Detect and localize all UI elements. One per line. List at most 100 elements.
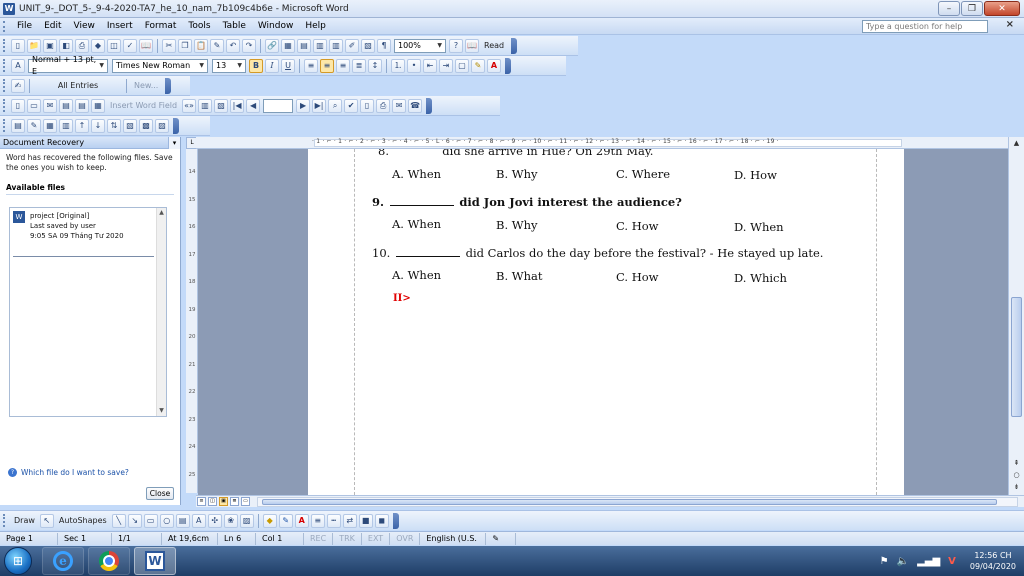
tables-borders-icon[interactable]: ▦ bbox=[281, 38, 295, 53]
next-record-icon[interactable]: ▶ bbox=[296, 98, 311, 113]
menu-window[interactable]: Window bbox=[252, 21, 300, 31]
underline-button[interactable]: U bbox=[281, 58, 295, 73]
document-page[interactable]: 8. ________ did she arrive in Hue? On 29… bbox=[308, 149, 904, 495]
toolbar-options-icon[interactable] bbox=[173, 117, 179, 134]
reading-layout-icon[interactable]: ▭ bbox=[241, 497, 250, 506]
align-center-icon[interactable]: ≡ bbox=[320, 58, 334, 73]
start-button[interactable]: ⊞ bbox=[4, 547, 32, 575]
find-entry-icon[interactable]: ⌕ bbox=[328, 98, 343, 113]
merge-fax-icon[interactable]: ☎ bbox=[408, 98, 423, 113]
scroll-down-icon[interactable]: ▼ bbox=[157, 406, 166, 416]
restore-button[interactable]: ❐ bbox=[961, 1, 983, 16]
highlight-fields-icon[interactable]: ▥ bbox=[198, 98, 213, 113]
copy-icon[interactable]: ❐ bbox=[178, 38, 192, 53]
main-document-setup-icon[interactable]: ▯ bbox=[11, 98, 25, 113]
read-icon[interactable]: 📖 bbox=[465, 38, 479, 53]
horizontal-scroll-thumb[interactable] bbox=[262, 498, 997, 505]
normal-view-icon[interactable]: ≡ bbox=[197, 497, 206, 506]
status-language[interactable]: English (U.S. bbox=[420, 532, 487, 545]
status-rec[interactable]: REC bbox=[304, 532, 334, 545]
vertical-scrollbar[interactable]: ▲ ⇞ ○ ⇟ bbox=[1008, 137, 1024, 495]
menu-grip[interactable] bbox=[3, 20, 7, 32]
status-ovr[interactable]: OVR bbox=[390, 532, 421, 545]
hyperlink-icon[interactable]: 🔗 bbox=[265, 38, 279, 53]
print-layout-icon[interactable]: ▣ bbox=[219, 497, 228, 506]
wordart-icon[interactable]: A bbox=[191, 513, 206, 528]
align-right-icon[interactable]: ≡ bbox=[336, 58, 350, 73]
arrow-style-icon[interactable]: ⇄ bbox=[342, 513, 357, 528]
zoom-select[interactable]: 100% ▼ bbox=[394, 38, 446, 53]
help-question-input[interactable]: Type a question for help bbox=[862, 20, 988, 33]
cut-icon[interactable]: ✂ bbox=[162, 38, 176, 53]
volume-icon[interactable]: 🔈 bbox=[897, 556, 909, 567]
vertical-ruler[interactable]: 14 15 16 17 18 19 20 21 22 23 24 25 bbox=[186, 149, 198, 493]
insert-greeting-icon[interactable]: ▤ bbox=[75, 98, 89, 113]
toolbar-grip[interactable] bbox=[3, 119, 6, 132]
line-icon[interactable]: ╲ bbox=[111, 513, 126, 528]
picture-icon[interactable]: ▨ bbox=[239, 513, 254, 528]
shadow-icon[interactable]: ■ bbox=[358, 513, 373, 528]
rectangle-icon[interactable]: ▭ bbox=[143, 513, 158, 528]
close-button[interactable]: ✕ bbox=[984, 1, 1020, 16]
scroll-up-icon[interactable]: ▲ bbox=[157, 208, 166, 218]
horizontal-scrollbar[interactable] bbox=[257, 496, 1018, 507]
match-fields-icon[interactable]: ▧ bbox=[214, 98, 229, 113]
toolbar-grip[interactable] bbox=[3, 514, 6, 527]
system-clock[interactable]: 12:56 CH 09/04/2020 bbox=[970, 550, 1016, 572]
undo-icon[interactable]: ↶ bbox=[226, 38, 240, 53]
print-preview-icon[interactable]: ◫ bbox=[107, 38, 121, 53]
reviewing-pane-icon[interactable]: ▤ bbox=[11, 118, 25, 133]
recovered-file-item[interactable]: W project [Original] Last saved by user … bbox=[10, 208, 166, 244]
scroll-thumb[interactable] bbox=[1011, 297, 1022, 417]
view-merged-data-icon[interactable]: «» bbox=[182, 98, 197, 113]
redo-icon[interactable]: ↷ bbox=[242, 38, 256, 53]
sort-descending-icon[interactable]: ↓ bbox=[91, 118, 105, 133]
check-errors-icon[interactable]: ✔ bbox=[344, 98, 359, 113]
autotext-icon[interactable]: ✍ bbox=[11, 78, 25, 93]
open-folder-icon[interactable]: 📁 bbox=[27, 38, 41, 53]
autoshapes-menu[interactable]: AutoShapes bbox=[59, 516, 107, 525]
first-record-icon[interactable]: |◀ bbox=[230, 98, 245, 113]
last-record-icon[interactable]: ▶| bbox=[312, 98, 327, 113]
open-data-source-icon[interactable]: ▭ bbox=[27, 98, 41, 113]
sort-ascending-icon[interactable]: ↑ bbox=[75, 118, 89, 133]
which-file-help-link[interactable]: ? Which file do I want to save? bbox=[8, 468, 129, 477]
highlight-icon[interactable]: ✎ bbox=[471, 58, 485, 73]
toolbar-options-icon[interactable] bbox=[426, 97, 433, 114]
merge-new-document-icon[interactable]: ▯ bbox=[360, 98, 375, 113]
insert-table-icon[interactable]: ▤ bbox=[297, 38, 311, 53]
insert-excel-icon[interactable]: ▥ bbox=[313, 38, 327, 53]
taskbar-word[interactable]: W bbox=[134, 547, 176, 575]
show-hide-pilcrow-icon[interactable]: ¶ bbox=[377, 38, 391, 53]
new-document-icon[interactable]: ▯ bbox=[11, 38, 25, 53]
bullets-icon[interactable]: • bbox=[407, 58, 421, 73]
toolbar-grip[interactable] bbox=[3, 59, 6, 72]
previous-record-icon[interactable]: ◀ bbox=[246, 98, 261, 113]
status-trk[interactable]: TRK bbox=[333, 532, 362, 545]
save-icon[interactable]: ▣ bbox=[43, 38, 57, 53]
paste-icon[interactable]: 📋 bbox=[194, 38, 208, 53]
toolbar-options-icon[interactable] bbox=[505, 57, 511, 74]
dash-style-icon[interactable]: ┅ bbox=[326, 513, 341, 528]
research-icon[interactable]: ◆ bbox=[91, 38, 105, 53]
toolbar-options-icon[interactable] bbox=[165, 77, 172, 94]
toolbar-grip[interactable] bbox=[3, 99, 6, 112]
toolbar-grip[interactable] bbox=[3, 79, 6, 92]
merge-cells-icon[interactable]: ▦ bbox=[43, 118, 57, 133]
font-color-icon[interactable]: A bbox=[487, 58, 501, 73]
italic-button[interactable]: I bbox=[265, 58, 279, 73]
toolbar-options-icon[interactable] bbox=[511, 37, 518, 54]
document-close-icon[interactable]: × bbox=[1006, 19, 1014, 30]
document-map-icon[interactable]: ▧ bbox=[361, 38, 375, 53]
word-app-icon[interactable]: W bbox=[3, 2, 15, 15]
menu-table[interactable]: Table bbox=[217, 21, 252, 31]
insert-merge-fields-icon[interactable]: ▦ bbox=[91, 98, 105, 113]
menu-help[interactable]: Help bbox=[299, 21, 332, 31]
previous-page-icon[interactable]: ⇞ bbox=[1011, 459, 1022, 467]
format-painter-icon[interactable]: ✎ bbox=[210, 38, 224, 53]
menu-format[interactable]: Format bbox=[139, 21, 183, 31]
font-size-select[interactable]: 13 ▼ bbox=[212, 58, 246, 73]
clip-art-icon[interactable]: ❀ bbox=[223, 513, 238, 528]
web-layout-icon[interactable]: ◫ bbox=[208, 497, 217, 506]
select-objects-icon[interactable]: ↖ bbox=[39, 513, 54, 528]
